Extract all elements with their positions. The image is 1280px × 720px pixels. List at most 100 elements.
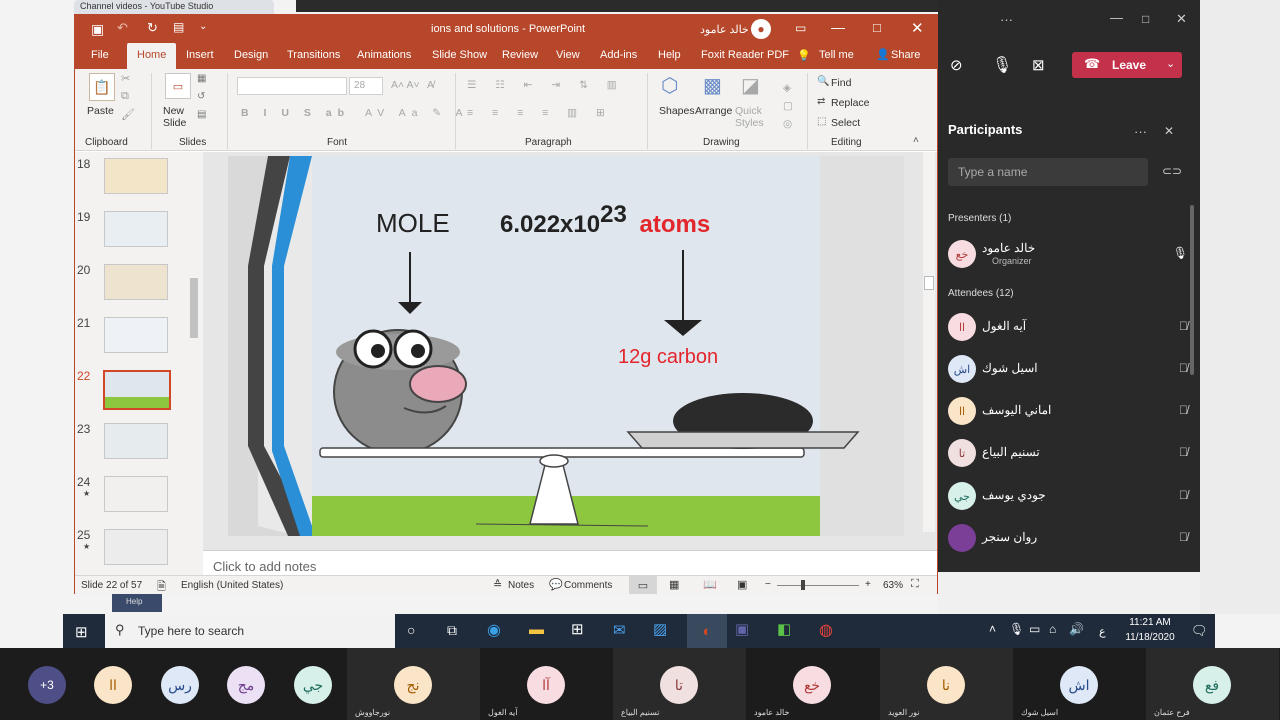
tab-help[interactable]: Help xyxy=(658,49,681,61)
reset-icon[interactable]: ↺ xyxy=(197,91,205,102)
tab-home[interactable]: Home xyxy=(127,43,177,69)
font-name-box[interactable] xyxy=(237,77,347,95)
reading-view-icon[interactable]: 📖 xyxy=(703,578,717,591)
shape-fill-icons[interactable]: ◈ ▢ ◎ xyxy=(783,79,797,133)
language-label[interactable]: English (United States) xyxy=(181,580,283,591)
copy-icon[interactable]: ⧉ xyxy=(121,90,129,103)
comments-button[interactable]: Comments xyxy=(564,580,612,591)
maximize-icon[interactable]: □ xyxy=(873,20,881,35)
comments-icon[interactable]: 💬 xyxy=(549,578,563,591)
minimize-icon[interactable]: — xyxy=(1110,10,1123,25)
notes-button[interactable]: Notes xyxy=(508,580,534,591)
tab-foxit[interactable]: Foxit Reader PDF xyxy=(701,49,789,61)
current-slide[interactable]: MOLE 6.022x1023 atoms 12g carbon xyxy=(228,156,904,536)
more-options-icon[interactable]: ··· xyxy=(1134,124,1147,139)
participant-tile[interactable]: خع خالد عامود xyxy=(746,648,879,720)
cut-icon[interactable]: ✂ xyxy=(121,72,130,85)
participant-row[interactable]: اا اماني اليوسف 🎙̸ xyxy=(948,397,1188,435)
find-icon[interactable]: 🔍 xyxy=(817,76,829,87)
arrange-button[interactable]: Arrange xyxy=(695,105,732,117)
user-avatar-icon[interactable]: ● xyxy=(751,19,771,39)
microphone-icon[interactable]: 🎙 xyxy=(992,55,1012,75)
scroll-thumb[interactable] xyxy=(924,276,934,290)
participant-tile[interactable]: نا نور العويد xyxy=(880,648,1013,720)
normal-view-icon[interactable]: ▭ xyxy=(629,576,657,594)
slide-thumbnail[interactable] xyxy=(104,211,168,247)
tab-transitions[interactable]: Transitions xyxy=(287,49,340,61)
scroll-thumb[interactable] xyxy=(190,278,198,338)
select-icon[interactable]: ⬚ xyxy=(817,116,826,127)
redo-icon[interactable]: ↻ xyxy=(147,20,158,36)
mic-muted-icon[interactable]: 🎙̸ xyxy=(1179,530,1188,544)
edge-icon[interactable]: ◉ xyxy=(487,620,501,640)
editor-scrollbar[interactable] xyxy=(923,152,935,532)
chrome-icon[interactable]: ◍ xyxy=(819,620,833,640)
participant-tile[interactable]: جي xyxy=(273,648,353,720)
maximize-icon[interactable]: □ xyxy=(1142,12,1149,26)
save-icon[interactable]: ▣ xyxy=(91,21,104,38)
clock-date[interactable]: 11/18/2020 xyxy=(1117,632,1183,643)
volume-icon[interactable]: 🔊 xyxy=(1069,622,1084,636)
tell-me-search[interactable]: Tell me xyxy=(819,49,854,61)
participant-row[interactable]: تا تسنيم البياع 🎙̸ xyxy=(948,439,1188,477)
slide-editor[interactable]: MOLE 6.022x1023 atoms 12g carbon xyxy=(203,152,937,557)
font-color-icon[interactable]: AV Aa ✎ A xyxy=(365,107,468,119)
slide-thumbnail[interactable] xyxy=(104,529,168,565)
participant-search-input[interactable]: Type a name xyxy=(948,158,1148,186)
presenters-header[interactable]: Presenters (1) xyxy=(948,213,1011,224)
mic-muted-icon[interactable]: 🎙̸ xyxy=(1179,403,1188,417)
paste-icon[interactable]: 📋 xyxy=(89,73,115,101)
arrange-icon[interactable]: ▩ xyxy=(703,73,722,98)
select-button[interactable]: Select xyxy=(831,117,860,129)
close-icon[interactable]: ✕ xyxy=(1176,11,1187,27)
tab-view[interactable]: View xyxy=(556,49,580,61)
help-label[interactable]: Help xyxy=(112,594,162,612)
windows-start-icon[interactable]: ⊞ xyxy=(75,623,88,641)
zoom-slider[interactable] xyxy=(777,580,859,590)
clear-format-icon[interactable]: A̸ xyxy=(427,79,434,91)
camtasia-icon[interactable]: ◧ xyxy=(777,620,791,638)
tab-slide-show[interactable]: Slide Show xyxy=(432,49,487,61)
mic-muted-icon[interactable]: 🎙̸ xyxy=(1179,445,1188,459)
minimize-icon[interactable]: — xyxy=(831,19,845,35)
slideshow-icon[interactable]: ▣ xyxy=(737,578,747,591)
slide-sorter-icon[interactable]: ▦ xyxy=(669,578,679,591)
shapes-button[interactable]: Shapes xyxy=(659,105,695,117)
close-panel-icon[interactable]: ✕ xyxy=(1164,124,1174,138)
zoom-slider-thumb[interactable] xyxy=(801,580,805,590)
quick-styles-icon[interactable]: ◪ xyxy=(741,73,760,98)
replace-button[interactable]: Replace xyxy=(831,97,870,109)
notes-icon[interactable]: ≙ xyxy=(493,578,502,591)
stop-sharing-icon[interactable]: ⊠ xyxy=(1032,56,1045,74)
mail-icon[interactable]: ✉ xyxy=(613,621,626,639)
mic-muted-icon[interactable]: 🎙̸ xyxy=(1179,361,1188,375)
tab-insert[interactable]: Insert xyxy=(186,49,214,61)
task-view-icon[interactable]: ⧉ xyxy=(447,622,457,639)
tab-animations[interactable]: Animations xyxy=(357,49,411,61)
slide-thumbnail[interactable] xyxy=(104,158,168,194)
clock-time[interactable]: 11:21 AM xyxy=(1123,617,1177,628)
attendees-header[interactable]: Attendees (12) xyxy=(948,288,1014,299)
teams-taskbar-icon[interactable]: ▣ xyxy=(735,620,749,638)
powerpoint-taskbar-icon[interactable]: ◐ xyxy=(687,614,727,648)
zoom-out-icon[interactable]: − xyxy=(765,579,771,590)
panel-scrollbar[interactable] xyxy=(1190,205,1194,375)
find-button[interactable]: Find xyxy=(831,77,851,89)
participant-tile[interactable]: اش اسيل شوك xyxy=(1013,648,1146,720)
share-invite-icon[interactable]: ⊂⊃ xyxy=(1162,164,1182,178)
close-icon[interactable]: ✕ xyxy=(911,19,924,37)
replace-icon[interactable]: ⇄ xyxy=(817,96,825,107)
leave-button[interactable]: ☎ Leave ⌄ xyxy=(1072,52,1182,78)
more-icon[interactable]: ··· xyxy=(1000,12,1013,27)
new-slide-icon[interactable]: ▭ xyxy=(165,73,191,99)
participant-row[interactable]: جي جودي يوسف 🎙̸ xyxy=(948,482,1188,520)
customize-qat-icon[interactable]: ⌄ xyxy=(199,21,207,32)
notifications-icon[interactable]: 🗨 xyxy=(1191,623,1208,639)
chevron-up-icon[interactable]: ˄ xyxy=(989,622,996,636)
share-button[interactable]: Share xyxy=(891,49,920,61)
thumbnails-scrollbar[interactable] xyxy=(189,152,199,572)
ribbon-display-options-icon[interactable]: ▭ xyxy=(795,21,806,35)
mic-muted-icon[interactable]: 🎙̸ xyxy=(1179,319,1188,333)
fit-to-window-icon[interactable]: ⛶ xyxy=(911,578,919,591)
tab-file[interactable]: File xyxy=(91,49,109,61)
